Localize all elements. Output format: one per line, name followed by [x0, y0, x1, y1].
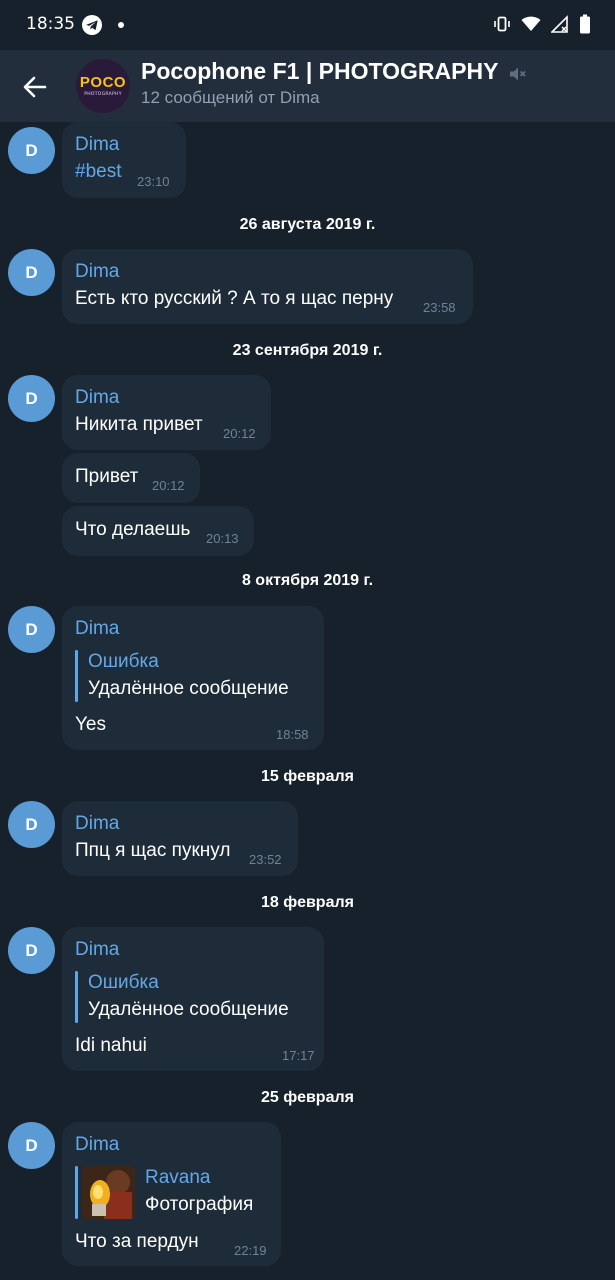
message-bubble[interactable]: Dima Никита привет 20:12 — [62, 375, 271, 450]
message-time: 18:58 — [276, 727, 309, 742]
message-text: Привет — [75, 466, 139, 487]
message-time: 20:13 — [206, 531, 239, 546]
message-bubble[interactable]: Dima Ппц я щас пукнул 23:52 — [62, 801, 298, 876]
reply-bar — [75, 650, 78, 702]
sender-name[interactable]: Dima — [75, 939, 119, 961]
battery-icon — [579, 14, 591, 34]
sender-avatar[interactable]: D — [8, 606, 55, 653]
message-bubble[interactable]: Dima Есть кто русский ? А то я щас перну… — [62, 249, 473, 324]
reply-text: Фотография — [145, 1194, 254, 1215]
sender-name[interactable]: Dima — [75, 1134, 119, 1156]
reply-sender: Ravana — [145, 1167, 211, 1188]
avatar-logo: POCO — [79, 74, 127, 91]
chat-header: POCO PHOTOGRAPHY Pocophone F1 | PHOTOGRA… — [0, 50, 615, 122]
message-bubble[interactable]: Dima #best 23:10 — [62, 122, 186, 198]
telegram-icon — [82, 15, 102, 35]
notification-dot — [118, 22, 124, 28]
message-text: Никита привет — [75, 414, 203, 435]
date-separator: 15 февраля — [261, 768, 354, 785]
signal-icon — [551, 15, 569, 33]
sender-avatar[interactable]: D — [8, 927, 55, 974]
reply-text: Удалённое сообщение — [88, 678, 289, 699]
sender-avatar[interactable]: D — [8, 801, 55, 848]
message-time: 23:52 — [249, 852, 282, 867]
date-separator: 8 октября 2019 г. — [241, 572, 374, 589]
sender-name[interactable]: Dima — [75, 261, 119, 283]
sender-avatar[interactable]: D — [8, 1122, 55, 1169]
date-separator: 18 февраля — [261, 894, 354, 911]
message-time: 17:17 — [282, 1048, 315, 1063]
back-arrow-icon[interactable] — [20, 72, 50, 102]
chat-title[interactable]: Pocophone F1 | PHOTOGRAPHY — [141, 58, 498, 85]
message-text: Что за пердун — [75, 1231, 199, 1252]
date-separator: 23 сентября 2019 г. — [232, 342, 383, 359]
message-time: 23:58 — [423, 300, 456, 315]
message-text: Yes — [75, 714, 106, 735]
sender-avatar[interactable]: D — [8, 375, 55, 422]
status-icons — [493, 14, 591, 34]
message-bubble[interactable]: Dima Ошибка Удалённое сообщение Idi nahu… — [62, 927, 324, 1071]
message-text: Idi nahui — [75, 1035, 147, 1056]
sender-name[interactable]: Dima — [75, 134, 119, 156]
hashtag-link[interactable]: #best — [75, 161, 121, 183]
chat-subtitle: 12 сообщений от Dima — [141, 88, 320, 107]
message-time: 22:19 — [234, 1243, 267, 1258]
group-avatar[interactable]: POCO PHOTOGRAPHY — [76, 59, 130, 113]
sender-name[interactable]: Dima — [75, 813, 119, 835]
status-time: 18:35 — [26, 14, 75, 34]
message-text: Есть кто русский ? А то я щас перну — [75, 288, 394, 309]
sender-avatar[interactable]: D — [8, 127, 55, 174]
sender-name[interactable]: Dima — [75, 387, 119, 409]
date-separator: 26 августа 2019 г. — [239, 216, 376, 233]
mute-icon — [507, 64, 527, 88]
photo-thumbnail[interactable] — [82, 1166, 135, 1219]
message-bubble[interactable]: Что делаешь 20:13 — [62, 506, 254, 556]
message-list[interactable]: D Dima #best 23:10 26 августа 2019 г. D … — [0, 122, 615, 1280]
vibrate-icon — [493, 15, 511, 33]
reply-text: Удалённое сообщение — [88, 999, 289, 1020]
date-separator: 25 февраля — [261, 1089, 354, 1106]
avatar-logo-sub: PHOTOGRAPHY — [84, 92, 122, 97]
message-time: 20:12 — [152, 478, 185, 493]
reply-bar — [75, 971, 78, 1023]
reply-sender: Ошибка — [88, 972, 159, 993]
status-bar: 18:35 — [0, 0, 615, 50]
reply-bar — [75, 1166, 78, 1219]
reply-sender: Ошибка — [88, 651, 159, 672]
message-text: Ппц я щас пукнул — [75, 840, 231, 861]
message-bubble[interactable]: Dima Ошибка Удалённое сообщение Yes 18:5… — [62, 606, 324, 750]
message-text: Что делаешь — [75, 519, 191, 540]
message-time: 20:12 — [223, 426, 256, 441]
message-bubble[interactable]: Привет 20:12 — [62, 453, 200, 503]
wifi-icon — [521, 15, 541, 33]
message-time: 23:10 — [137, 174, 170, 189]
sender-avatar[interactable]: D — [8, 249, 55, 296]
sender-name[interactable]: Dima — [75, 618, 119, 640]
message-bubble[interactable]: Dima Ravana Фотография Что за пердун 22:… — [62, 1122, 281, 1266]
